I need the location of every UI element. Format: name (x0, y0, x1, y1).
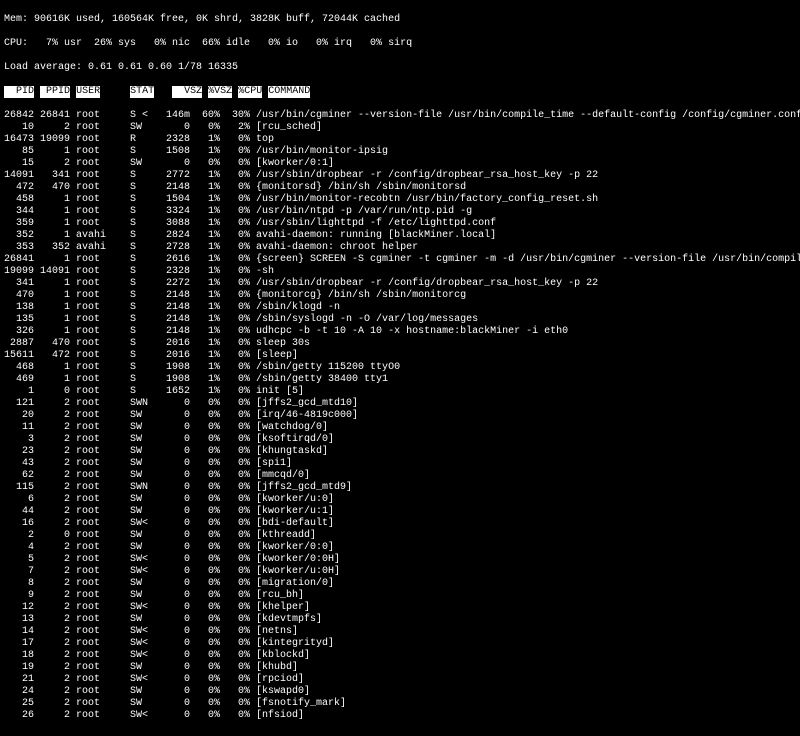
process-row: 19 2 root SW 0 0% 0% [khubd] (4, 662, 796, 674)
col-pvsz: %VSZ (208, 86, 232, 98)
process-row: 15611 472 root S 2016 1% 0% [sleep] (4, 350, 796, 362)
process-row: 15 2 root SW 0 0% 0% [kworker/0:1] (4, 158, 796, 170)
col-command: COMMAND (268, 86, 310, 98)
process-row: 85 1 root S 1508 1% 0% /usr/bin/monitor-… (4, 146, 796, 158)
process-row: 469 1 root S 1908 1% 0% /sbin/getty 3840… (4, 374, 796, 386)
process-row: 458 1 root S 1504 1% 0% /usr/bin/monitor… (4, 194, 796, 206)
process-row: 18 2 root SW< 0 0% 0% [kblockd] (4, 650, 796, 662)
process-row: 135 1 root S 2148 1% 0% /sbin/syslogd -n… (4, 314, 796, 326)
process-row: 6 2 root SW 0 0% 0% [kworker/u:0] (4, 494, 796, 506)
process-row: 121 2 root SWN 0 0% 0% [jffs2_gcd_mtd10] (4, 398, 796, 410)
cpu-line: CPU: 7% usr 26% sys 0% nic 66% idle 0% i… (4, 38, 796, 50)
process-row: 359 1 root S 3088 1% 0% /usr/sbin/lightt… (4, 218, 796, 230)
process-row: 17 2 root SW< 0 0% 0% [kintegrityd] (4, 638, 796, 650)
process-row: 2 0 root SW 0 0% 0% [kthreadd] (4, 530, 796, 542)
process-row: 12 2 root SW< 0 0% 0% [khelper] (4, 602, 796, 614)
process-row: 115 2 root SWN 0 0% 0% [jffs2_gcd_mtd9] (4, 482, 796, 494)
header-row: PID PPID USER STAT VSZ %VSZ %CPU COMMAND (4, 86, 796, 98)
process-row: 344 1 root S 3324 1% 0% /usr/bin/ntpd -p… (4, 206, 796, 218)
process-row: 13 2 root SW 0 0% 0% [kdevtmpfs] (4, 614, 796, 626)
process-row: 352 1 avahi S 2824 1% 0% avahi-daemon: r… (4, 230, 796, 242)
process-row: 2887 470 root S 2016 1% 0% sleep 30s (4, 338, 796, 350)
process-row: 7 2 root SW< 0 0% 0% [kworker/u:0H] (4, 566, 796, 578)
process-list: 26842 26841 root S < 146m 60% 30% /usr/b… (4, 110, 796, 722)
process-row: 11 2 root SW 0 0% 0% [watchdog/0] (4, 422, 796, 434)
load-line: Load average: 0.61 0.61 0.60 1/78 16335 (4, 62, 796, 74)
process-row: 10 2 root SW 0 0% 2% [rcu_sched] (4, 122, 796, 134)
process-row: 14091 341 root S 2772 1% 0% /usr/sbin/dr… (4, 170, 796, 182)
process-row: 138 1 root S 2148 1% 0% /sbin/klogd -n (4, 302, 796, 314)
process-row: 20 2 root SW 0 0% 0% [irq/46-4819c000] (4, 410, 796, 422)
process-row: 19099 14091 root S 2328 1% 0% -sh (4, 266, 796, 278)
process-row: 14 2 root SW< 0 0% 0% [netns] (4, 626, 796, 638)
process-row: 472 470 root S 2148 1% 0% {monitorsd} /b… (4, 182, 796, 194)
terminal-output: Mem: 90616K used, 160564K free, 0K shrd,… (0, 0, 800, 736)
process-row: 24 2 root SW 0 0% 0% [kswapd0] (4, 686, 796, 698)
process-row: 5 2 root SW< 0 0% 0% [kworker/0:0H] (4, 554, 796, 566)
process-row: 326 1 root S 2148 1% 0% udhcpc -b -t 10 … (4, 326, 796, 338)
process-row: 43 2 root SW 0 0% 0% [spi1] (4, 458, 796, 470)
process-row: 353 352 avahi S 2728 1% 0% avahi-daemon:… (4, 242, 796, 254)
process-row: 21 2 root SW< 0 0% 0% [rpciod] (4, 674, 796, 686)
process-row: 26842 26841 root S < 146m 60% 30% /usr/b… (4, 110, 796, 122)
process-row: 25 2 root SW 0 0% 0% [fsnotify_mark] (4, 698, 796, 710)
col-user: USER (76, 86, 100, 98)
col-pid: PID (4, 86, 34, 98)
process-row: 341 1 root S 2272 1% 0% /usr/sbin/dropbe… (4, 278, 796, 290)
process-row: 470 1 root S 2148 1% 0% {monitorcg} /bin… (4, 290, 796, 302)
process-row: 9 2 root SW 0 0% 0% [rcu_bh] (4, 590, 796, 602)
col-vsz: VSZ (172, 86, 202, 98)
col-ppid: PPID (40, 86, 70, 98)
process-row: 468 1 root S 1908 1% 0% /sbin/getty 1152… (4, 362, 796, 374)
process-row: 1 0 root S 1652 1% 0% init [5] (4, 386, 796, 398)
mem-line: Mem: 90616K used, 160564K free, 0K shrd,… (4, 14, 796, 26)
process-row: 23 2 root SW 0 0% 0% [khungtaskd] (4, 446, 796, 458)
col-stat: STAT (130, 86, 154, 98)
process-row: 26 2 root SW< 0 0% 0% [nfsiod] (4, 710, 796, 722)
process-row: 62 2 root SW 0 0% 0% [mmcqd/0] (4, 470, 796, 482)
process-row: 16473 19099 root R 2328 1% 0% top (4, 134, 796, 146)
process-row: 44 2 root SW 0 0% 0% [kworker/u:1] (4, 506, 796, 518)
process-row: 8 2 root SW 0 0% 0% [migration/0] (4, 578, 796, 590)
process-row: 26841 1 root S 2616 1% 0% {screen} SCREE… (4, 254, 796, 266)
col-pcpu: %CPU (238, 86, 262, 98)
process-row: 16 2 root SW< 0 0% 0% [bdi-default] (4, 518, 796, 530)
process-row: 4 2 root SW 0 0% 0% [kworker/0:0] (4, 542, 796, 554)
process-row: 3 2 root SW 0 0% 0% [ksoftirqd/0] (4, 434, 796, 446)
